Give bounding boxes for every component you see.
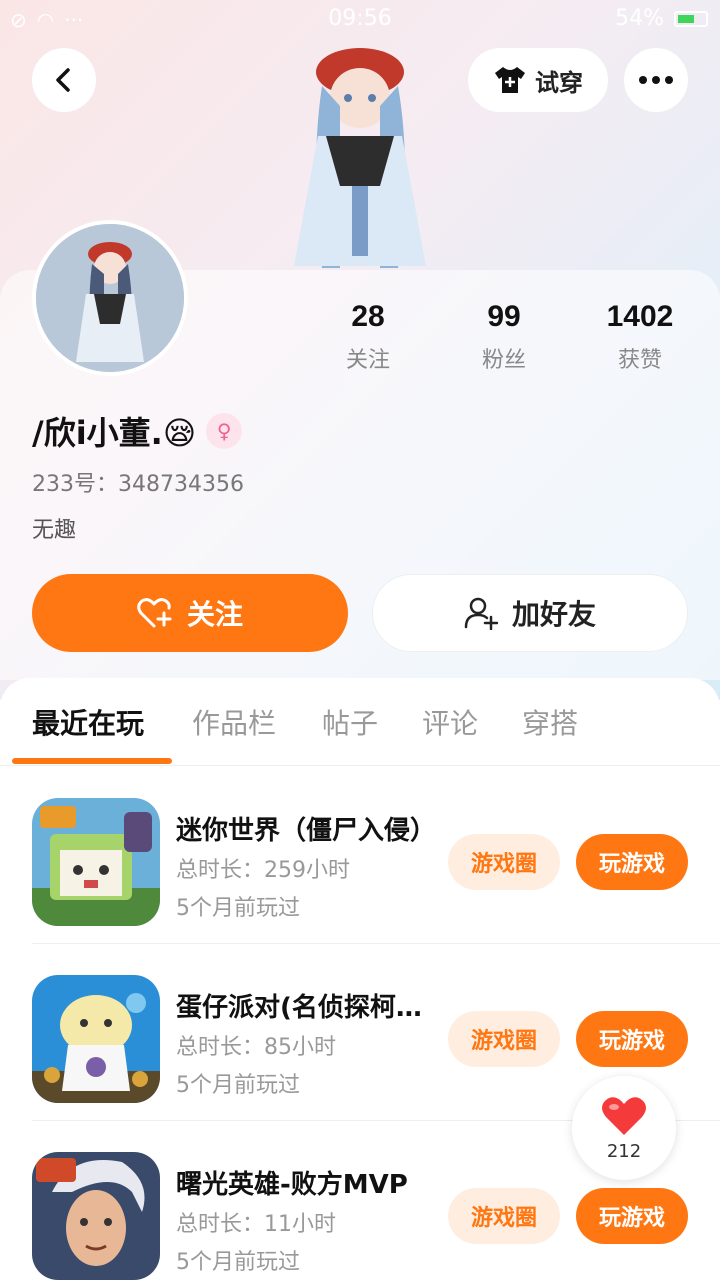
game-total-time: 总时长：85小时	[176, 1035, 336, 1060]
avatar-character-illustration	[294, 48, 426, 268]
battery-percent: 54%	[615, 6, 664, 31]
stat-followers[interactable]: 99 粉丝	[436, 300, 572, 374]
heart-plus-icon	[137, 598, 172, 628]
battery-icon	[674, 10, 708, 27]
stat-number: 1402	[606, 300, 674, 333]
back-button[interactable]	[32, 48, 96, 112]
game-icon	[32, 798, 160, 926]
game-title: 迷你世界（僵尸入侵）	[176, 816, 436, 846]
more-options-button[interactable]	[624, 48, 688, 112]
stat-following[interactable]: 28 关注	[300, 300, 436, 374]
floating-like-button[interactable]: 212	[572, 1076, 676, 1180]
chevron-left-icon	[56, 68, 70, 92]
game-circle-button[interactable]: 游戏圈	[448, 1188, 560, 1244]
tshirt-icon	[495, 67, 525, 93]
user-id: 233号：348734356	[32, 472, 244, 497]
game-last-played: 5个月前玩过	[176, 1250, 300, 1275]
try-on-button[interactable]: 试穿	[468, 48, 608, 112]
game-last-played: 5个月前玩过	[176, 1073, 300, 1098]
game-last-played: 5个月前玩过	[176, 896, 300, 921]
status-bar: ⊘ ◠ ··· 09:56 54%	[0, 0, 720, 40]
divider	[32, 943, 720, 944]
tab-indicator	[12, 758, 172, 764]
heart-icon	[602, 1096, 646, 1135]
game-total-time: 总时长：11小时	[176, 1212, 336, 1237]
stat-likes[interactable]: 1402 获赞	[572, 300, 708, 374]
tab-posts[interactable]: 帖子	[322, 702, 378, 742]
tab-recent-played[interactable]: 最近在玩	[32, 702, 144, 742]
female-gender-icon: ♀	[206, 413, 243, 449]
try-on-label: 试穿	[535, 68, 583, 97]
game-circle-button[interactable]: 游戏圈	[448, 1011, 560, 1067]
avatar-image	[36, 224, 184, 372]
stat-label: 粉丝	[481, 348, 526, 373]
follow-label: 关注	[186, 598, 243, 631]
tab-comments[interactable]: 评论	[422, 702, 478, 742]
game-icon	[32, 1152, 160, 1280]
play-game-button[interactable]: 玩游戏	[576, 1011, 688, 1067]
add-friend-button[interactable]: 加好友	[372, 574, 688, 652]
status-time: 09:56	[328, 6, 392, 31]
stat-label: 关注	[345, 348, 390, 373]
add-friend-label: 加好友	[511, 598, 596, 631]
username-row: /欣i小董.😪 ♀	[32, 408, 243, 454]
game-title: 曙光英雄-败方MVP	[176, 1170, 408, 1200]
follow-button[interactable]: 关注	[32, 574, 348, 652]
play-game-button[interactable]: 玩游戏	[576, 1188, 688, 1244]
stat-number: 28	[351, 300, 385, 333]
game-circle-button[interactable]: 游戏圈	[448, 834, 560, 890]
game-title: 蛋仔派对(名侦探柯南联动)	[176, 993, 436, 1023]
profile-stats: 28 关注 99 粉丝 1402 获赞	[300, 300, 710, 374]
username: /欣i小董.😪	[32, 414, 197, 452]
bio: 无趣	[32, 518, 77, 543]
play-game-button[interactable]: 玩游戏	[576, 834, 688, 890]
tab-outfits[interactable]: 穿搭	[522, 702, 578, 742]
add-user-icon	[464, 597, 498, 630]
content-section: 最近在玩 作品栏 帖子 评论 穿搭 迷你世界（僵尸入侵） 总时长：259小时 5…	[0, 678, 720, 1280]
stat-label: 获赞	[617, 348, 662, 373]
like-count: 212	[606, 1140, 642, 1162]
profile-tabs: 最近在玩 作品栏 帖子 评论 穿搭	[0, 678, 720, 766]
tab-works[interactable]: 作品栏	[192, 702, 276, 742]
stat-number: 99	[487, 300, 521, 333]
game-icon	[32, 975, 160, 1103]
list-item[interactable]: 迷你世界（僵尸入侵） 总时长：259小时 5个月前玩过 游戏圈 玩游戏	[0, 768, 720, 944]
avatar[interactable]	[32, 220, 188, 376]
more-dots-icon	[639, 76, 673, 84]
game-total-time: 总时长：259小时	[176, 858, 350, 883]
